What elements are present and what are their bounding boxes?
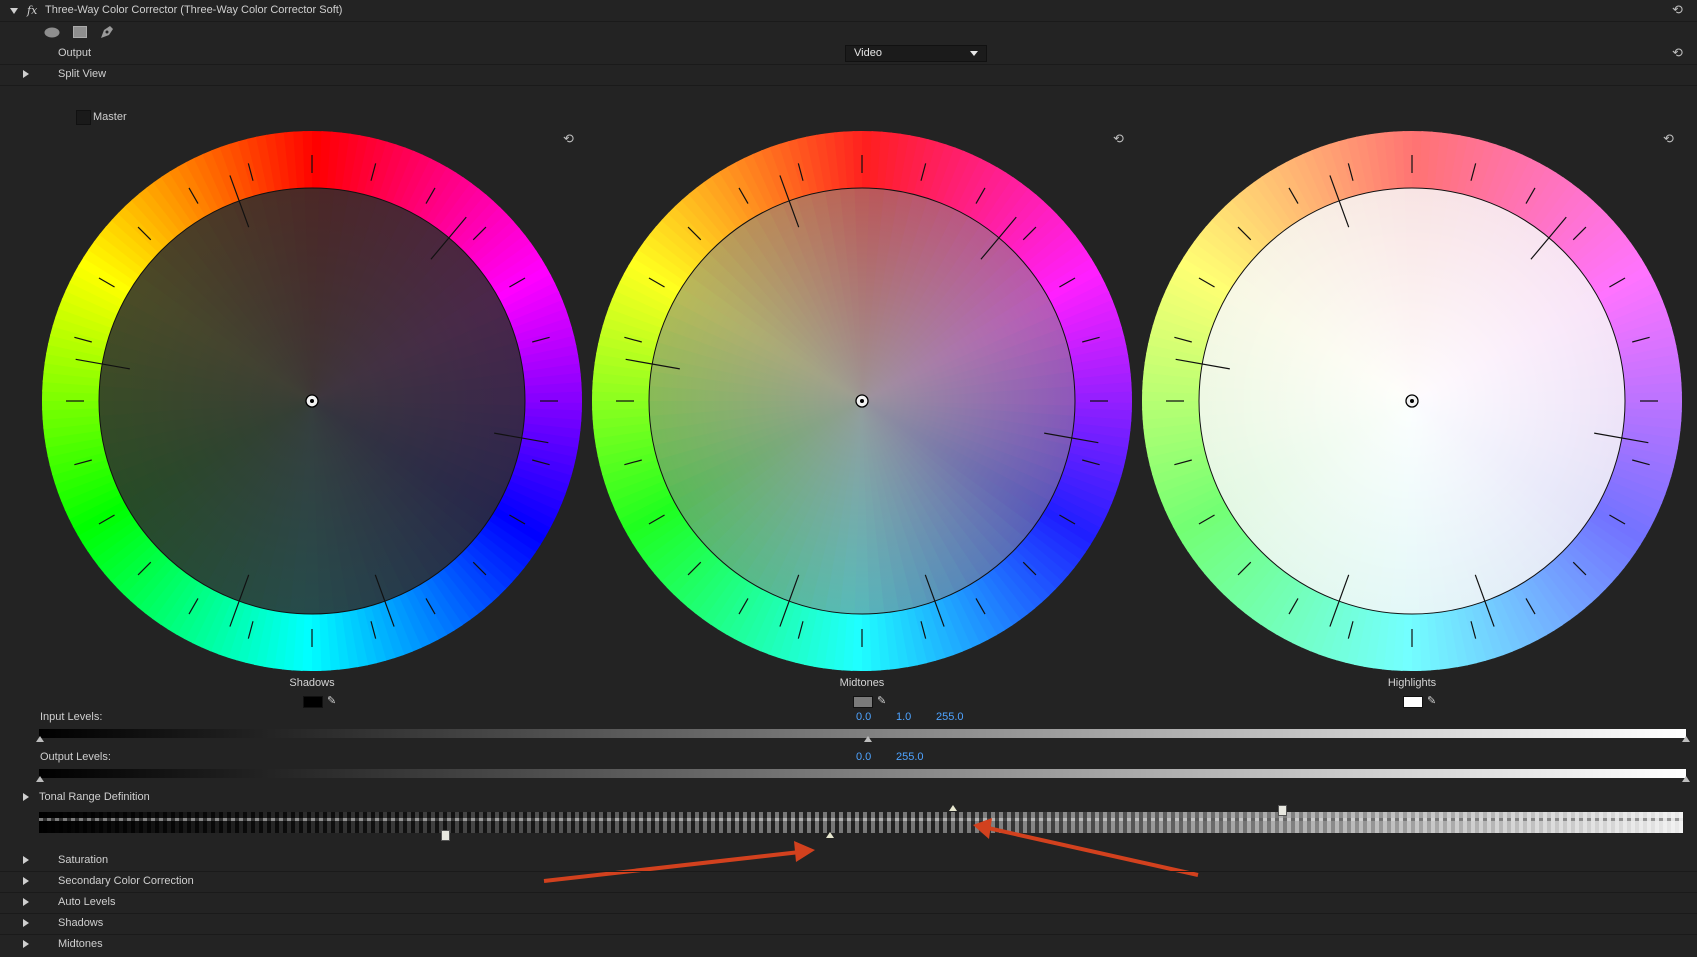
- expand-triangle-icon[interactable]: [23, 856, 29, 864]
- section-row-auto-levels[interactable]: Auto Levels: [0, 892, 1697, 914]
- expand-triangle-icon[interactable]: [23, 898, 29, 906]
- section-label: Midtones: [58, 938, 103, 950]
- annotation-arrows: [543, 818, 1199, 883]
- expand-triangle-icon[interactable]: [23, 919, 29, 927]
- section-label: Saturation: [58, 854, 109, 866]
- annotation-arrowhead: [973, 818, 992, 839]
- section-row-midtones[interactable]: Midtones: [0, 934, 1697, 955]
- section-row-saturation[interactable]: Saturation: [0, 850, 1697, 872]
- section-row-shadows[interactable]: Shadows: [0, 913, 1697, 935]
- section-label: Auto Levels: [58, 896, 116, 908]
- section-label: Secondary Color Correction: [58, 875, 194, 887]
- section-row-secondary[interactable]: Secondary Color Correction: [0, 871, 1697, 893]
- expand-triangle-icon[interactable]: [23, 940, 29, 948]
- expand-triangle-icon[interactable]: [23, 877, 29, 885]
- section-label: Shadows: [58, 917, 104, 929]
